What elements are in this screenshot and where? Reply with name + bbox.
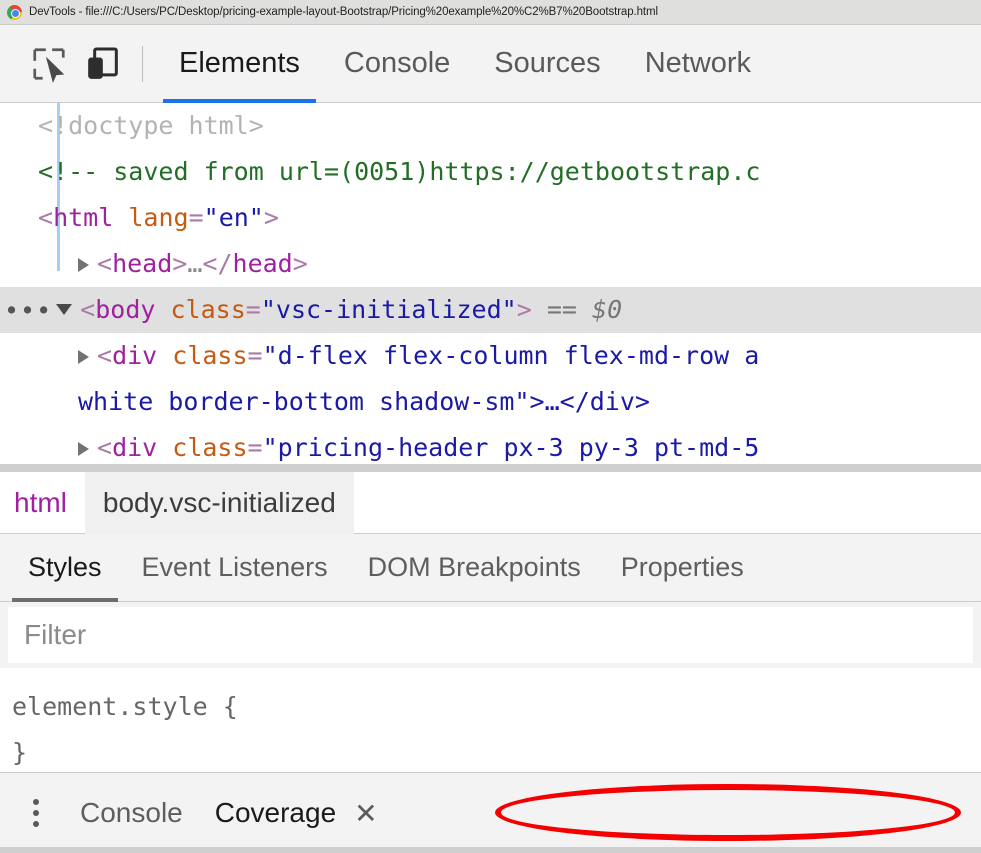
close-icon-glyph: ✕: [354, 797, 378, 829]
drawer-tab-coverage[interactable]: Coverage: [198, 774, 389, 852]
comment-text: <!-- saved from url=(0051)https://getboo…: [38, 157, 761, 186]
bottom-drawer: Console Coverage ✕: [0, 772, 981, 853]
tab-event-listeners-label: Event Listeners: [141, 552, 328, 582]
tab-sources[interactable]: Sources: [472, 25, 622, 103]
expand-triangle-icon[interactable]: [78, 258, 89, 272]
attr-name: class: [170, 295, 246, 324]
styles-filter-bar: [0, 602, 981, 668]
drawer-tab-coverage-label: Coverage: [214, 797, 337, 828]
styles-rules-list: element.style { }: [0, 668, 981, 772]
collapse-triangle-icon[interactable]: [56, 304, 73, 315]
tab-styles[interactable]: Styles: [8, 534, 122, 602]
tag-name: div: [112, 433, 158, 462]
breadcrumb-item-html[interactable]: html: [0, 472, 85, 534]
window-title-bar: DevTools - file:///C:/Users/PC/Desktop/p…: [0, 0, 981, 25]
expand-triangle-icon[interactable]: [78, 350, 89, 364]
device-toolbar-icon[interactable]: [76, 36, 130, 92]
doctype-text: <!doctype html>: [38, 111, 264, 140]
attr-name: class: [172, 341, 248, 370]
tab-event-listeners[interactable]: Event Listeners: [122, 534, 348, 602]
drawer-scrollbar[interactable]: [0, 847, 981, 853]
devtools-window: DevTools - file:///C:/Users/PC/Desktop/p…: [0, 0, 981, 853]
drawer-tab-console[interactable]: Console: [64, 774, 199, 852]
devtools-main-toolbar: Elements Console Sources Network: [0, 25, 981, 103]
breadcrumb-item-body[interactable]: body.vsc-initialized: [84, 471, 354, 534]
tab-sources-label: Sources: [494, 47, 601, 79]
dom-row-body-selected[interactable]: ••• <body class="vsc-initialized"> == $0: [0, 287, 981, 333]
tab-styles-label: Styles: [28, 552, 102, 582]
styles-pane-tab-bar: Styles Event Listeners DOM Breakpoints P…: [0, 534, 981, 602]
breadcrumb-item-body-label: body.vsc-initialized: [102, 486, 336, 518]
dom-row-div-navbar[interactable]: <div class="d-flex flex-column flex-md-r…: [0, 333, 981, 379]
attr-value: "vsc-initialized": [260, 295, 517, 324]
element-style-rule-header[interactable]: element.style {: [12, 684, 981, 730]
dom-row-head[interactable]: <head>…</head>: [0, 241, 981, 287]
tab-dom-breakpoints-label: DOM Breakpoints: [367, 552, 581, 582]
attr-equals: =: [188, 203, 204, 232]
tab-elements[interactable]: Elements: [157, 25, 322, 103]
tag-name: head: [112, 249, 173, 278]
node-badge-icon[interactable]: •••: [4, 288, 52, 334]
tab-network-label: Network: [644, 47, 752, 79]
selected-node-ref: == $0: [546, 295, 623, 324]
attr-value-continued: white border-bottom shadow-sm">…</div>: [78, 387, 650, 416]
element-style-rule-close: }: [12, 738, 28, 767]
breadcrumb: html body.vsc-initialized: [0, 471, 981, 534]
tab-elements-label: Elements: [179, 47, 300, 79]
attr-value: "en": [203, 203, 264, 232]
tag-name: body: [95, 295, 156, 324]
collapsed-ellipsis: …: [187, 249, 203, 278]
attr-name: class: [172, 433, 248, 462]
attr-value: "pricing-header px-3 py-3 pt-md-5: [262, 433, 760, 462]
tab-console-label: Console: [343, 47, 451, 79]
window-title: DevTools - file:///C:/Users/PC/Desktop/p…: [29, 6, 658, 18]
angle-open: <: [38, 203, 54, 232]
styles-filter-input[interactable]: [8, 607, 973, 663]
toolbar-divider: [142, 45, 143, 82]
panel-tab-bar: Elements Console Sources Network: [157, 25, 981, 103]
breadcrumb-item-html-label: html: [14, 486, 67, 518]
attr-name: lang: [128, 203, 189, 232]
expand-triangle-icon[interactable]: [78, 442, 89, 456]
tab-properties-label: Properties: [620, 552, 744, 582]
attr-value: "d-flex flex-column flex-md-row a: [262, 341, 760, 370]
kebab-menu-icon[interactable]: [8, 777, 64, 849]
dom-row-comment[interactable]: <!-- saved from url=(0051)https://getboo…: [0, 149, 981, 195]
drawer-tab-console-label: Console: [80, 797, 183, 828]
close-icon[interactable]: ✕: [354, 774, 377, 852]
tab-network[interactable]: Network: [623, 25, 773, 103]
tag-name: html: [53, 203, 114, 232]
dom-row-html[interactable]: <html lang="en">: [0, 195, 981, 241]
chrome-logo-icon: [7, 4, 22, 20]
tab-dom-breakpoints[interactable]: DOM Breakpoints: [348, 534, 601, 602]
tag-name-close: head: [232, 249, 293, 278]
tab-properties[interactable]: Properties: [601, 534, 764, 602]
inspect-element-icon[interactable]: [22, 36, 76, 92]
dom-row-div-navbar-continued[interactable]: white border-bottom shadow-sm">…</div>: [0, 379, 981, 425]
tag-name: div: [112, 341, 158, 370]
tab-console[interactable]: Console: [322, 25, 472, 103]
dom-row-doctype[interactable]: <!doctype html>: [0, 103, 981, 149]
angle-close: >: [263, 203, 279, 232]
dom-tree-panel[interactable]: <!doctype html> <!-- saved from url=(005…: [0, 103, 981, 472]
